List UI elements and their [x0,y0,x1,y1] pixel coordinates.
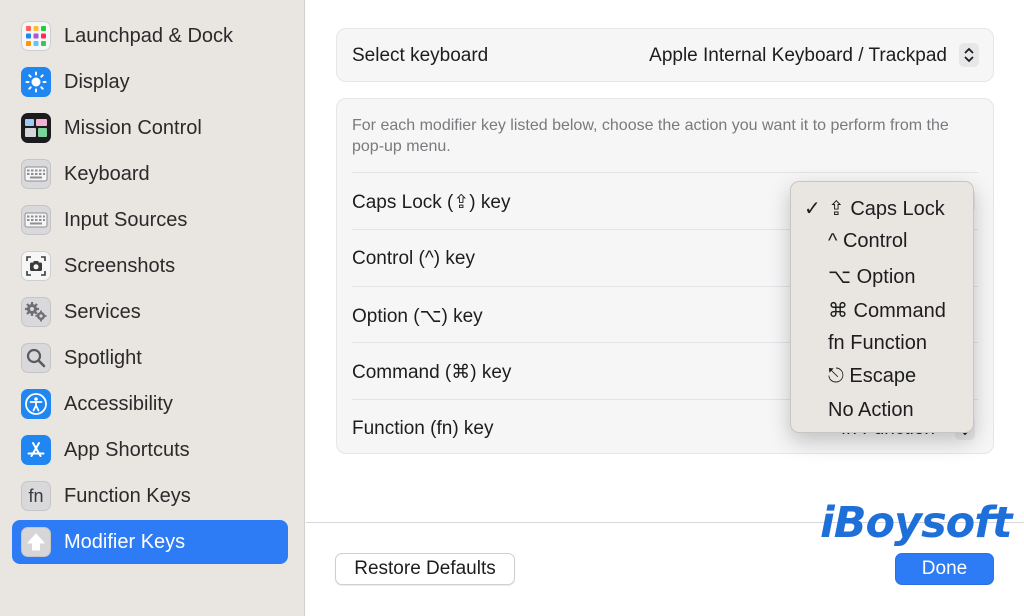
menu-item-label: fn Function [828,332,927,354]
done-button[interactable]: Done [895,553,994,585]
sidebar-item-label: Spotlight [64,346,142,369]
sidebar-item-mission-control[interactable]: Mission Control [12,106,288,150]
sidebar-item-label: Mission Control [64,116,202,139]
menu-item-no-action[interactable]: No Action [791,393,975,427]
caps-lock-row-label: Caps Lock (⇪) key [352,192,511,213]
up-arrow-icon [21,527,51,557]
command-row-label: Command (⌘) key [352,362,512,383]
menu-item-function[interactable]: fn Function [791,326,975,360]
fn-icon-text: fn [28,485,44,506]
option-row-label: Option (⌥) key [352,306,483,327]
sidebar-item-display[interactable]: Display [12,60,288,104]
sidebar: Launchpad & Dock Display Mission Control… [0,0,305,616]
checkmark-icon: ✓ [804,198,821,220]
sidebar-item-screenshots[interactable]: Screenshots [12,244,288,288]
divider [352,172,978,173]
function-row-label: Function (fn) key [352,418,494,439]
menu-item-option[interactable]: ⌥ Option [791,258,975,292]
sidebar-item-label: Keyboard [64,162,150,185]
keyboard-icon [21,159,51,189]
watermark-logo: iBoysoft [820,498,1012,548]
app-store-icon [21,435,51,465]
sidebar-item-launchpad-dock[interactable]: Launchpad & Dock [12,14,288,58]
launchpad-icon [21,21,51,51]
menu-item-label: ⌥ Option [828,266,916,288]
fn-icon: fn [21,481,51,511]
sidebar-item-keyboard[interactable]: Keyboard [12,152,288,196]
sidebar-item-label: Modifier Keys [64,530,186,553]
menu-item-label: No Action [828,399,914,421]
sidebar-item-label: Input Sources [64,208,188,231]
select-keyboard-label: Select keyboard [352,45,489,66]
camera-icon [21,251,51,281]
modifier-description: For each modifier key listed below, choo… [352,117,949,155]
sidebar-item-input-sources[interactable]: Input Sources [12,198,288,242]
magnifier-icon [21,343,51,373]
sidebar-item-modifier-keys[interactable]: Modifier Keys [12,520,288,564]
menu-item-label: ⇪ Caps Lock [828,198,945,220]
menu-item-caps-lock[interactable]: ✓ ⇪ Caps Lock [791,190,975,224]
sidebar-item-app-shortcuts[interactable]: App Shortcuts [12,428,288,472]
mission-control-icon [21,113,51,143]
up-down-chevron-icon[interactable] [959,43,979,67]
menu-item-command[interactable]: ⌘ Command [791,292,975,326]
accessibility-icon [21,389,51,419]
sidebar-item-spotlight[interactable]: Spotlight [12,336,288,380]
menu-item-label: ⌘ Command [828,300,946,322]
sidebar-item-label: Launchpad & Dock [64,24,234,47]
restore-defaults-button[interactable]: Restore Defaults [335,553,515,585]
sidebar-item-label: Services [64,300,141,323]
menu-item-label: ^ Control [828,230,908,252]
keyboard-select-value[interactable]: Apple Internal Keyboard / Trackpad [649,45,947,67]
menu-item-escape[interactable]: ⎋ Escape [791,359,975,393]
sidebar-item-label: App Shortcuts [64,438,190,461]
gears-icon [21,297,51,327]
keyboard-select-card: Select keyboard Apple Internal Keyboard … [336,28,994,82]
menu-item-label: ⎋ Escape [828,365,917,387]
sidebar-item-label: Display [64,70,130,93]
sidebar-item-label: Function Keys [64,484,191,507]
sidebar-item-services[interactable]: Services [12,290,288,334]
sidebar-item-accessibility[interactable]: Accessibility [12,382,288,426]
keyboard-icon [21,205,51,235]
modifier-popup-menu: ✓ ⇪ Caps Lock ^ Control ⌥ Option ⌘ Comma… [790,181,974,433]
sidebar-item-label: Accessibility [64,392,173,415]
sidebar-item-function-keys[interactable]: fn Function Keys [12,474,288,518]
control-row-label: Control (^) key [352,248,475,269]
sidebar-item-label: Screenshots [64,254,176,277]
sun-icon [21,67,51,97]
menu-item-control[interactable]: ^ Control [791,224,975,258]
